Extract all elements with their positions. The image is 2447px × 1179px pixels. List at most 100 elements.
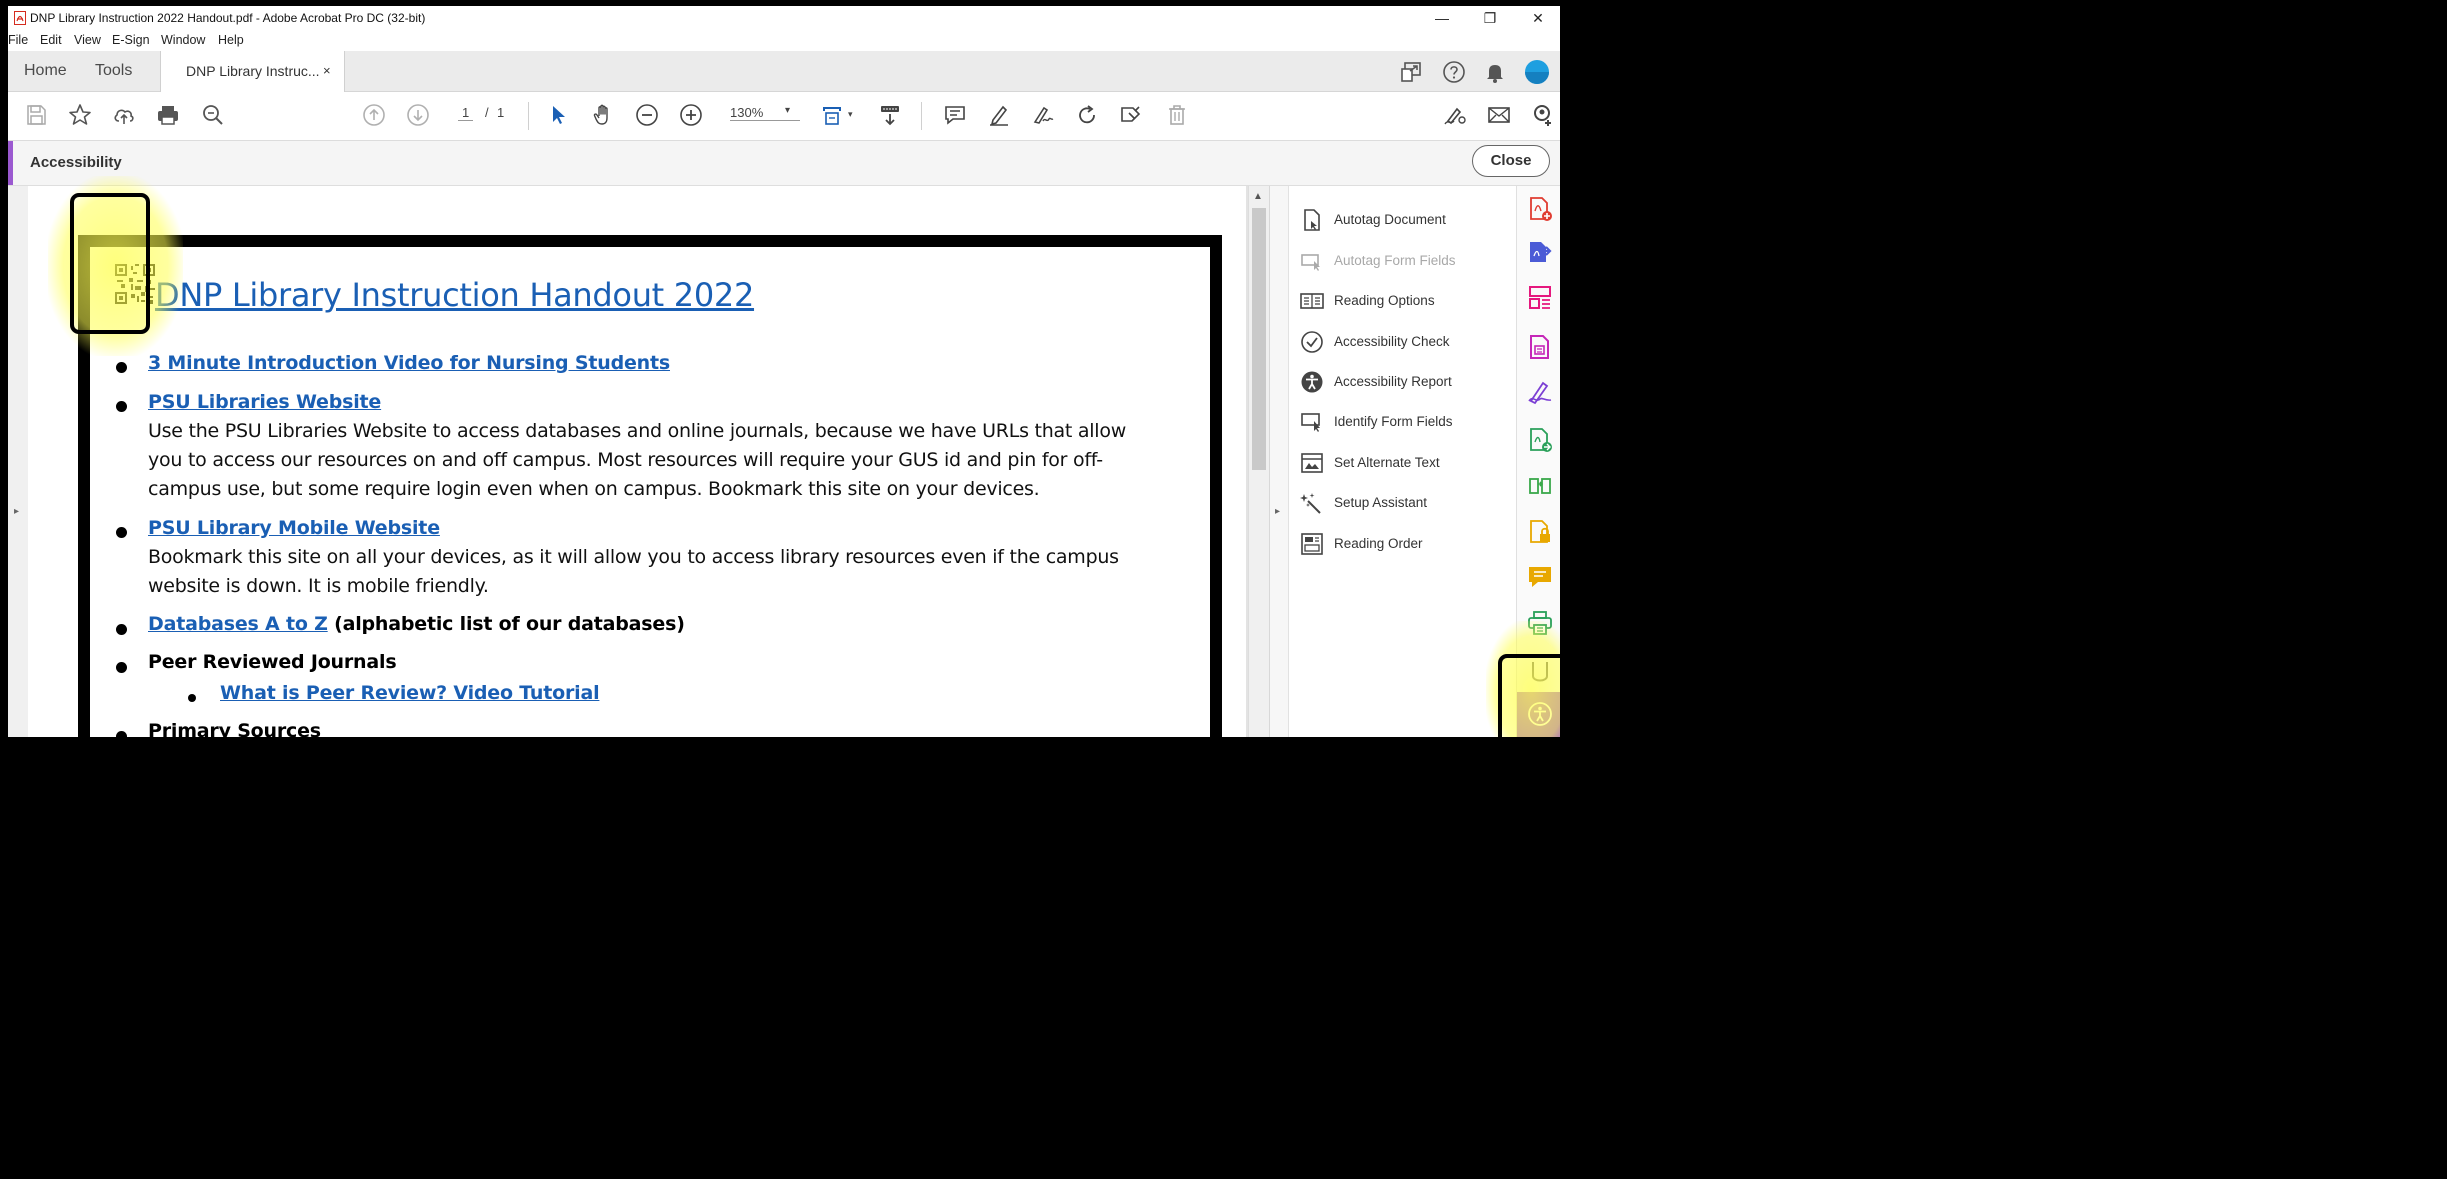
upload-cloud-icon[interactable]: [110, 101, 138, 129]
scrolling-mode-icon[interactable]: [876, 101, 904, 129]
close-tool-button[interactable]: Close: [1472, 145, 1550, 177]
reading-options-icon: [1300, 293, 1324, 309]
share-screen-icon[interactable]: [1400, 60, 1424, 84]
sign-pen-icon[interactable]: [1029, 101, 1057, 129]
set-alternate-text-label: Set Alternate Text: [1334, 455, 1440, 470]
fill-and-sign-icon[interactable]: [1527, 379, 1553, 405]
select-cursor-icon[interactable]: [545, 101, 573, 129]
bullet: [116, 401, 127, 412]
tab-document[interactable]: DNP Library Instruc... ×: [160, 51, 345, 92]
setup-assistant-label: Setup Assistant: [1334, 495, 1428, 510]
bullet: [116, 362, 127, 373]
acrobat-window: DNP Library Instruction 2022 Handout.pdf…: [8, 6, 1560, 737]
stamp-tag-icon[interactable]: [1117, 101, 1145, 129]
zoom-in-icon[interactable]: [677, 101, 705, 129]
paragraph-line: Bookmark this site on all your devices, …: [148, 546, 1119, 568]
restore-button[interactable]: ❐: [1470, 8, 1510, 28]
menu-esign[interactable]: E-Sign: [112, 33, 150, 47]
paragraph-line: website is down. It is mobile friendly.: [148, 575, 489, 597]
highlight-pen-icon[interactable]: [985, 101, 1013, 129]
set-alternate-text-button[interactable]: Set Alternate Text: [1300, 449, 1510, 477]
next-page-icon[interactable]: [404, 101, 432, 129]
save-icon[interactable]: [22, 101, 50, 129]
zoom-out-icon[interactable]: [633, 101, 661, 129]
menu-view[interactable]: View: [74, 33, 101, 47]
accessibility-report-icon: [1301, 371, 1323, 393]
collapse-panel-icon[interactable]: ▸: [1275, 506, 1280, 517]
page-number-input[interactable]: 1: [458, 105, 474, 121]
rotate-icon[interactable]: [1073, 101, 1101, 129]
minimize-button[interactable]: —: [1422, 8, 1462, 28]
email-icon[interactable]: [1485, 101, 1513, 129]
zoom-level-select[interactable]: 130% ▾: [730, 105, 800, 121]
sub-bullet: [188, 694, 196, 702]
edit-pdf-icon[interactable]: [1527, 334, 1553, 360]
psu-mobile-website-link[interactable]: PSU Library Mobile Website: [148, 517, 440, 539]
previous-page-icon[interactable]: [360, 101, 388, 129]
tab-tools[interactable]: Tools: [95, 51, 132, 91]
menu-edit[interactable]: Edit: [40, 33, 62, 47]
databases-description: (alphabetic list of our databases): [327, 613, 685, 635]
comment-tool-icon[interactable]: [1527, 564, 1553, 590]
user-avatar-icon[interactable]: [1524, 59, 1550, 85]
tab-close-icon[interactable]: ×: [323, 51, 331, 91]
scrollbar-thumb[interactable]: [1252, 208, 1266, 470]
acrobat-app-icon: [14, 11, 26, 25]
add-user-icon[interactable]: [1529, 101, 1557, 129]
request-signature-icon[interactable]: [1441, 101, 1469, 129]
create-pdf-icon[interactable]: [1527, 196, 1553, 222]
reading-order-button[interactable]: Reading Order: [1300, 530, 1510, 558]
autotag-document-button[interactable]: Autotag Document: [1300, 206, 1510, 234]
organize-pages-icon[interactable]: [1527, 285, 1553, 311]
reading-options-button[interactable]: Reading Options: [1300, 287, 1510, 315]
notifications-bell-icon[interactable]: [1483, 60, 1507, 84]
menu-file[interactable]: File: [8, 33, 28, 47]
databases-line: Databases A to Z (alphabetic list of our…: [148, 613, 685, 635]
setup-assistant-button[interactable]: Setup Assistant: [1300, 489, 1510, 517]
expand-left-panel-icon[interactable]: ▸: [14, 506, 19, 517]
left-navigation-collapsed[interactable]: ▸: [8, 186, 29, 737]
paragraph-line: campus use, but some require login even …: [148, 478, 1040, 500]
accessibility-tool-active-button[interactable]: [1517, 692, 1560, 737]
menu-help[interactable]: Help: [218, 33, 244, 47]
peer-review-video-link[interactable]: What is Peer Review? Video Tutorial: [220, 682, 600, 704]
panel-collapse-handle[interactable]: ▸: [1270, 186, 1289, 737]
fit-page-icon[interactable]: [818, 101, 846, 129]
trash-icon[interactable]: [1163, 101, 1191, 129]
setup-assistant-icon: [1300, 493, 1321, 514]
pdf-page: DNP Library Instruction Handout 2022 3 M…: [28, 186, 1246, 737]
identify-form-fields-label: Identify Form Fields: [1334, 414, 1453, 429]
intro-video-link[interactable]: 3 Minute Introduction Video for Nursing …: [148, 352, 670, 374]
paragraph-line: Use the PSU Libraries Website to access …: [148, 420, 1127, 442]
hand-tool-icon[interactable]: [589, 101, 617, 129]
databases-a-to-z-link[interactable]: Databases A to Z: [148, 613, 328, 635]
psu-libraries-website-link[interactable]: PSU Libraries Website: [148, 391, 381, 413]
zoom-search-icon[interactable]: [199, 101, 227, 129]
page-total: 1: [497, 105, 505, 120]
print-icon[interactable]: [154, 101, 182, 129]
document-viewer[interactable]: ▸ DNP Library Instruction Handout 2022 3…: [8, 186, 1248, 737]
main-toolbar: 1 / 1 130% ▾ ▾: [8, 92, 1560, 141]
scroll-up-icon[interactable]: ▲: [1253, 191, 1263, 202]
tab-home[interactable]: Home: [24, 51, 67, 91]
vertical-scrollbar[interactable]: ▲: [1248, 186, 1269, 737]
accessibility-check-button[interactable]: Accessibility Check: [1300, 328, 1510, 356]
fit-options-chevron-icon[interactable]: ▾: [848, 109, 853, 120]
bookmark-star-icon[interactable]: [66, 101, 94, 129]
export-pdf-icon[interactable]: [1527, 240, 1553, 266]
document-title-link[interactable]: DNP Library Instruction Handout 2022: [155, 276, 754, 314]
menu-window[interactable]: Window: [161, 33, 205, 47]
protect-icon[interactable]: [1527, 519, 1553, 545]
autotag-form-fields-button[interactable]: Autotag Form Fields: [1300, 247, 1510, 275]
comment-icon[interactable]: [941, 101, 969, 129]
rich-media-icon[interactable]: [1527, 660, 1553, 686]
print-production-icon[interactable]: [1527, 610, 1553, 636]
close-window-button[interactable]: ✕: [1518, 8, 1558, 28]
accessibility-report-label: Accessibility Report: [1334, 374, 1452, 389]
identify-form-fields-button[interactable]: Identify Form Fields: [1300, 408, 1510, 436]
accessibility-report-button[interactable]: Accessibility Report: [1300, 368, 1510, 396]
compare-files-icon[interactable]: [1527, 474, 1553, 500]
send-for-review-icon[interactable]: [1527, 427, 1553, 453]
help-icon[interactable]: [1442, 60, 1466, 84]
accessibility-tools-panel: ▸ Autotag Document Autotag Form Fields R…: [1269, 186, 1516, 737]
